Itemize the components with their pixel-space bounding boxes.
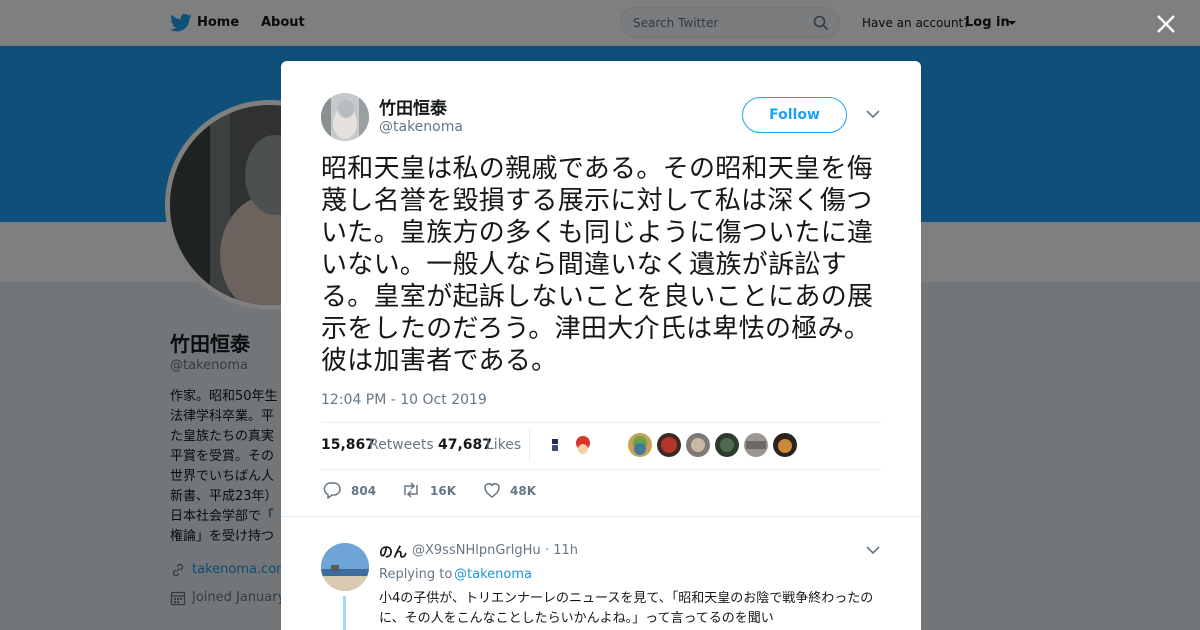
retweet-count[interactable]: 16K [430, 484, 456, 498]
follow-button[interactable]: Follow [742, 97, 847, 133]
liker-avatar-image [773, 433, 797, 457]
likes-count[interactable]: 47,687 [438, 437, 492, 453]
tweet-author-handle[interactable]: @takenoma [379, 119, 463, 135]
tweet-timestamp[interactable]: 12:04 PM - 10 Oct 2019 [321, 392, 487, 408]
chevron-down-icon[interactable] [866, 545, 880, 555]
liker-avatar[interactable] [628, 433, 652, 457]
divider [321, 422, 881, 423]
liker-avatar[interactable] [715, 433, 739, 457]
liker-avatar-image [571, 433, 595, 457]
liker-avatar-image [686, 433, 710, 457]
retweets-count[interactable]: 15,867 [321, 437, 375, 453]
liker-avatar[interactable] [744, 433, 768, 457]
liker-avatar-image [543, 433, 567, 457]
heart-icon[interactable] [482, 481, 502, 499]
replying-to-handle[interactable]: @takenoma [454, 567, 532, 582]
thread-line [343, 596, 346, 630]
replying-to-label: Replying to [379, 567, 453, 582]
liker-avatar[interactable] [571, 433, 595, 457]
like-count[interactable]: 48K [510, 484, 536, 498]
reply-author-handle[interactable]: @X9ssNHlpnGrlgHu [412, 543, 541, 558]
reply-author-name[interactable]: のん [379, 542, 407, 562]
liker-avatar[interactable] [773, 433, 797, 457]
liker-avatar[interactable] [543, 433, 567, 457]
author-avatar-image [321, 93, 369, 141]
tweet-author-name[interactable]: 竹田恒泰 [379, 94, 447, 119]
reply-icon[interactable] [322, 481, 342, 499]
divider [321, 469, 881, 470]
liker-avatar[interactable] [657, 433, 681, 457]
liker-avatar[interactable] [686, 433, 710, 457]
liker-avatar-image [715, 433, 739, 457]
likes-label[interactable]: Likes [486, 437, 521, 453]
retweet-icon[interactable] [401, 481, 421, 499]
divider [281, 516, 921, 517]
tweet-author-avatar[interactable] [321, 93, 369, 141]
reply-text: 小4の子供が、トリエンナーレのニュースを見て、「昭和天皇のお陰で戦争終わったのに… [379, 591, 874, 626]
reply-count[interactable]: 804 [351, 484, 376, 498]
liker-avatar-image [744, 433, 768, 457]
stats-separator [529, 428, 530, 462]
reply-avatar-image [321, 543, 369, 591]
reply-timestamp[interactable]: · 11h [545, 543, 578, 558]
liker-avatar-image [628, 433, 652, 457]
retweets-label[interactable]: Retweets [369, 437, 434, 453]
reply-author-avatar[interactable] [321, 543, 369, 591]
tweet-modal: 竹田恒泰 @takenoma Follow 昭和天皇は私の親戚である。その昭和天… [281, 61, 921, 630]
close-icon[interactable] [1156, 14, 1176, 34]
liker-avatar-image [657, 433, 681, 457]
chevron-down-icon[interactable] [866, 109, 880, 119]
tweet-text: 昭和天皇は私の親戚である。その昭和天皇を侮蔑し名誉を毀損する展示に対して私は深く… [321, 154, 874, 376]
